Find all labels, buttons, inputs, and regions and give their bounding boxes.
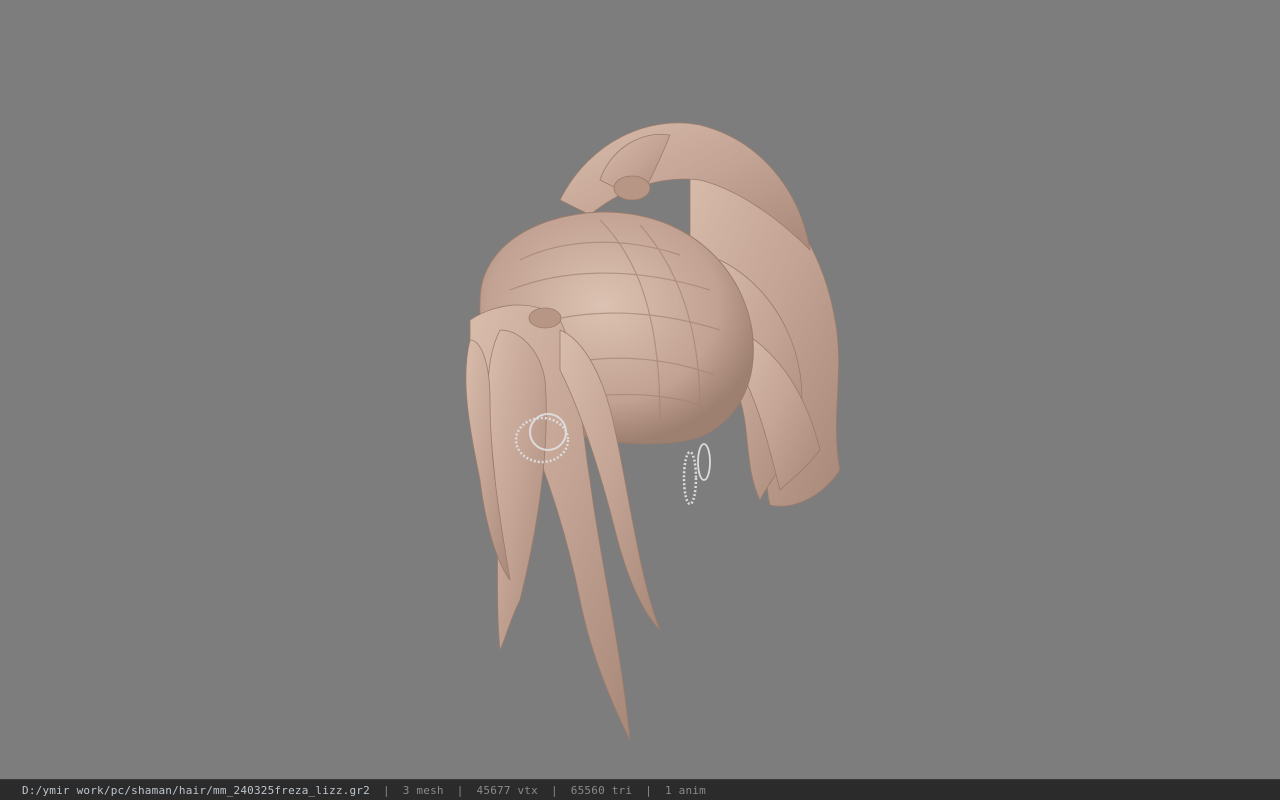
earring-right (682, 443, 711, 506)
separator: | (550, 783, 558, 797)
status-bar: D:/ymir work/pc/shaman/hair/mm_240325fre… (0, 779, 1280, 800)
anim-count: 1 anim (665, 783, 706, 797)
file-path: D:/ymir work/pc/shaman/hair/mm_240325fre… (22, 783, 370, 797)
vertex-count: 45677 vtx (476, 783, 538, 797)
separator: | (456, 783, 464, 797)
separator: | (382, 783, 390, 797)
3d-viewport[interactable] (0, 0, 1280, 779)
separator: | (645, 783, 653, 797)
triangle-count: 65560 tri (570, 783, 633, 797)
hair-model (465, 122, 841, 741)
mesh-count: 3 mesh (402, 783, 444, 797)
